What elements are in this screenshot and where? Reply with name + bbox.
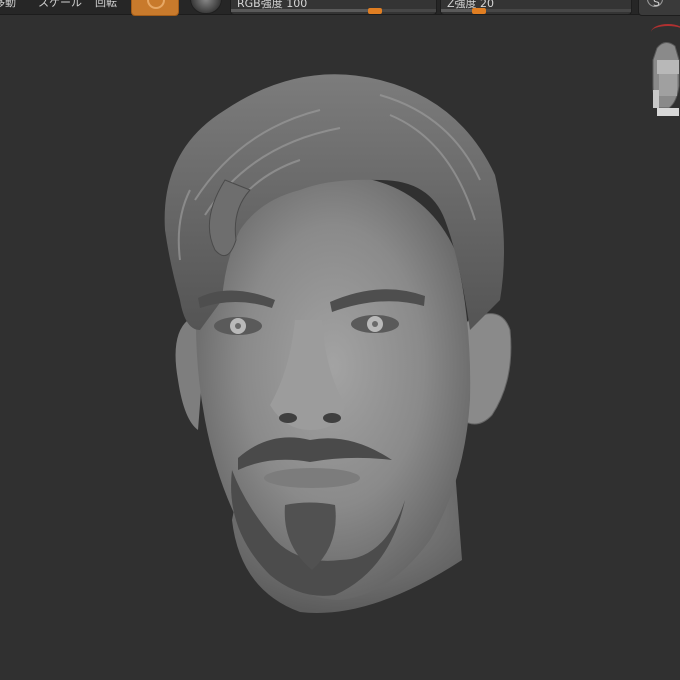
rgb-slider-knob[interactable] [367, 8, 382, 14]
z-slider-knob[interactable] [472, 8, 486, 14]
draw-tool-button[interactable] [131, 0, 179, 16]
mouth [264, 468, 360, 488]
z-intensity-slider[interactable]: Z強度 20 [440, 0, 632, 15]
scale-tool-label[interactable]: スケール [38, 0, 82, 10]
right-toolbar-label: S [653, 0, 660, 9]
zbrush-canvas-window: 移動 スケール 回転 RGB強度 100 Z強度 20 S [0, 0, 680, 680]
3d-viewport[interactable] [0, 15, 680, 680]
move-tool-label[interactable]: 移動 [0, 0, 16, 10]
draw-brush-icon [147, 0, 165, 9]
rotate-tool-label[interactable]: 回転 [95, 0, 117, 10]
top-toolbar: 移動 スケール 回転 RGB強度 100 Z強度 20 S [0, 0, 680, 16]
rgb-slider-fill [231, 9, 375, 12]
rgb-intensity-slider[interactable]: RGB強度 100 [230, 0, 437, 15]
right-toolbar-button[interactable]: S [638, 0, 680, 16]
material-sphere-icon[interactable] [190, 0, 222, 14]
sculpted-head-model[interactable] [0, 15, 680, 680]
